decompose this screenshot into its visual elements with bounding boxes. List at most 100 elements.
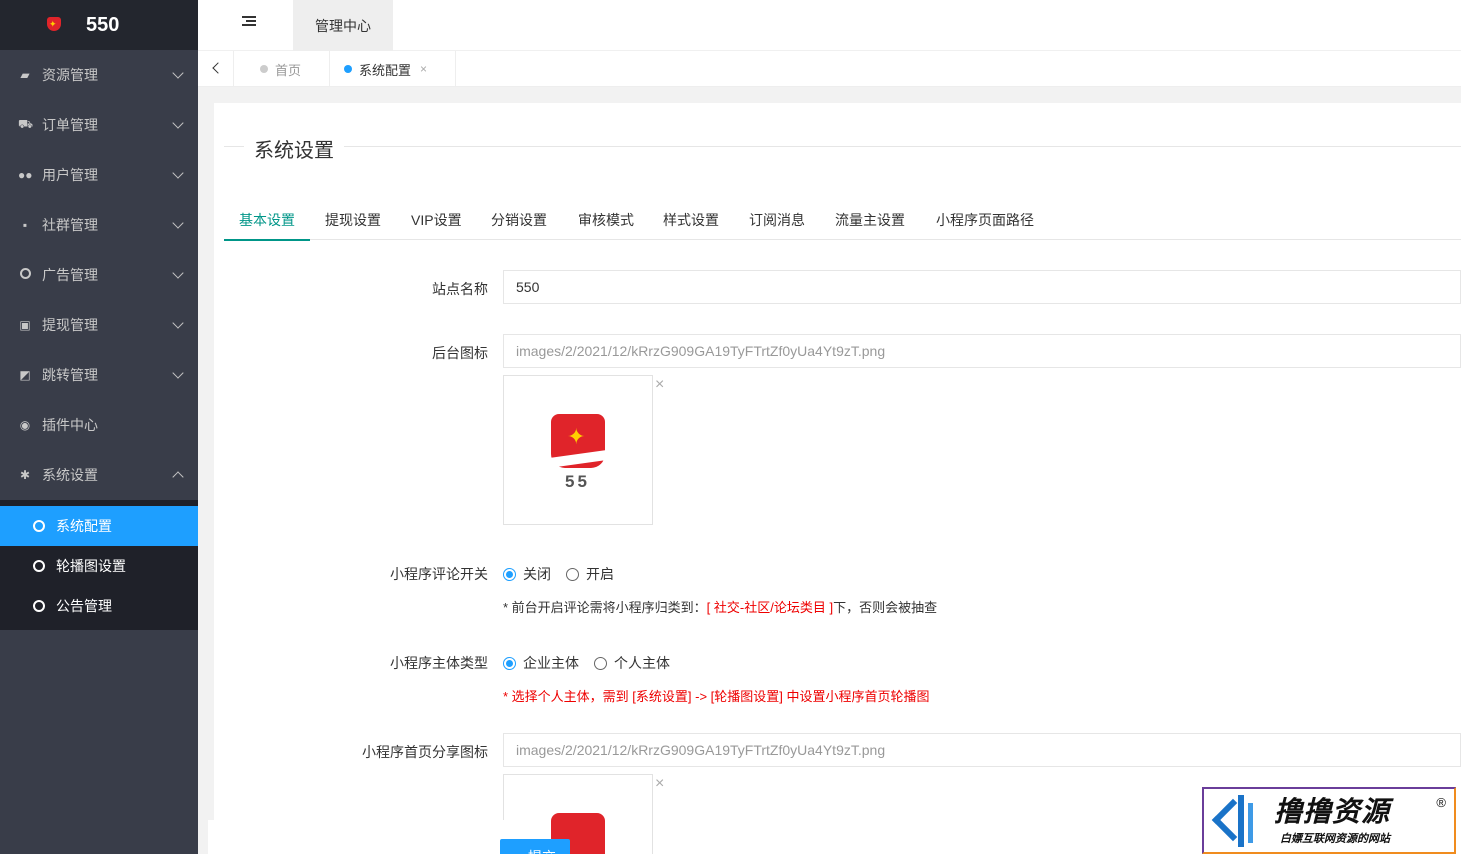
- sidebar-item-label: 系统设置: [42, 467, 98, 483]
- chevron-down-icon: [172, 117, 184, 129]
- page-tabs-bar: 首页 系统配置 ×: [198, 51, 1461, 87]
- chat-icon: ▪: [22, 218, 28, 232]
- comment-switch-radios: 关闭 开启: [503, 564, 629, 584]
- money-icon: ▣: [19, 318, 31, 332]
- dot-icon: [344, 65, 352, 73]
- subject-enterprise-radio[interactable]: [503, 656, 516, 670]
- plugin-icon: ◉: [19, 418, 31, 432]
- admin-icon-input[interactable]: images/2/2021/12/kRrzG909GA19TyFTrtZf0yU…: [503, 334, 1461, 368]
- watermark-logo-icon: [1210, 791, 1274, 851]
- page-tab-label: 首页: [275, 62, 302, 78]
- subject-type-radios: 企业主体 个人主体: [503, 653, 685, 673]
- sidebar-item-redirect[interactable]: ◩ 跳转管理: [0, 350, 198, 400]
- share-icon-input[interactable]: images/2/2021/12/kRrzG909GA19TyFTrtZf0yU…: [503, 733, 1461, 767]
- comment-off-label: 关闭: [523, 566, 551, 582]
- admin-icon-preview[interactable]: ✦ 55: [503, 375, 653, 525]
- comment-hint: * 前台开启评论需将小程序归类到：[ 社交-社区/论坛类目 ]下，否则会被抽查: [503, 600, 938, 615]
- sidebar-item-withdraw[interactable]: ▣ 提现管理: [0, 300, 198, 350]
- brand-logo-icon: ✦: [551, 414, 605, 468]
- menu-toggle-icon[interactable]: [242, 16, 256, 28]
- comment-on-radio[interactable]: [566, 567, 579, 581]
- tabs-back-chevron-icon[interactable]: [198, 51, 234, 87]
- sidebar-item-label: 社群管理: [42, 217, 98, 233]
- nav-admin-center[interactable]: 管理中心: [293, 0, 393, 51]
- gear-icon: ✱: [19, 468, 31, 482]
- admin-icon-label: 后台图标: [432, 345, 488, 361]
- sidebar-item-settings[interactable]: ✱ 系统设置: [0, 450, 198, 500]
- tab-review-mode[interactable]: 审核模式: [563, 209, 649, 240]
- tab-vip[interactable]: VIP设置: [396, 209, 477, 240]
- sidebar: ✦ 550 ▰ 资源管理 ⛟ 订单管理 ●● 用户管理 ▪ 社群管理 广告管理 …: [0, 0, 198, 854]
- sidebar-item-community[interactable]: ▪ 社群管理: [0, 200, 198, 250]
- sidebar-item-label: 插件中心: [42, 417, 98, 433]
- circle-icon: [33, 520, 45, 532]
- comment-off-radio[interactable]: [503, 567, 516, 581]
- sidebar-item-label: 订单管理: [42, 117, 98, 133]
- logo-area[interactable]: ✦ 550: [0, 0, 198, 50]
- sidebar-item-label: 资源管理: [42, 67, 98, 83]
- sidebar-subitem-carousel[interactable]: 轮播图设置: [0, 546, 198, 586]
- remove-admin-icon-close-icon[interactable]: ×: [655, 376, 664, 394]
- chevron-down-icon: [172, 317, 184, 329]
- sidebar-item-users[interactable]: ●● 用户管理: [0, 150, 198, 200]
- sidebar-subitem-label: 公告管理: [56, 598, 112, 614]
- top-header: 管理中心: [198, 0, 1461, 51]
- cart-icon: ⛟: [18, 117, 34, 131]
- subject-type-label: 小程序主体类型: [390, 655, 488, 671]
- page-title: 系统设置: [244, 134, 344, 163]
- sidebar-item-orders[interactable]: ⛟ 订单管理: [0, 100, 198, 150]
- sidebar-subitem-label: 轮播图设置: [56, 558, 126, 574]
- chevron-down-icon: [172, 267, 184, 279]
- circle-icon: [33, 600, 45, 612]
- sidebar-subitem-label: 系统配置: [56, 518, 112, 534]
- sidebar-subitem-system-config[interactable]: 系统配置: [0, 506, 198, 546]
- sidebar-item-resources[interactable]: ▰ 资源管理: [0, 50, 198, 100]
- app-title: 550: [86, 13, 120, 36]
- chevron-down-icon: [172, 167, 184, 179]
- subject-enterprise-label: 企业主体: [523, 655, 579, 671]
- users-icon: ●●: [18, 168, 33, 182]
- settings-card: 系统设置 基本设置 提现设置 VIP设置 分销设置 审核模式 样式设置 订阅消息…: [208, 103, 1461, 854]
- comment-on-label: 开启: [586, 566, 614, 582]
- tab-style[interactable]: 样式设置: [648, 209, 734, 240]
- subject-hint: * 选择个人主体，需到 [系统设置] -> [轮播图设置] 中设置小程序首页轮播…: [503, 689, 930, 704]
- watermark-title: 撸撸资源: [1274, 795, 1391, 827]
- subject-personal-radio[interactable]: [594, 656, 607, 670]
- registered-icon: ®: [1436, 795, 1446, 810]
- sidebar-subitem-notices[interactable]: 公告管理: [0, 586, 198, 626]
- tab-traffic[interactable]: 流量主设置: [820, 209, 920, 240]
- sidebar-item-label: 跳转管理: [42, 367, 98, 383]
- settings-tabs: 基本设置 提现设置 VIP设置 分销设置 审核模式 样式设置 订阅消息 流量主设…: [224, 209, 1461, 241]
- chevron-down-icon: [172, 67, 184, 79]
- tab-withdraw[interactable]: 提现设置: [310, 209, 396, 240]
- page-tab-home[interactable]: 首页: [234, 51, 330, 87]
- watermark-banner: 撸撸资源 白嫖互联网资源的网站 ®: [1202, 787, 1456, 854]
- share-icon: ◩: [19, 368, 31, 382]
- page-tab-label: 系统配置: [359, 62, 412, 78]
- share-icon-label: 小程序首页分享图标: [362, 744, 488, 760]
- legend-divider: [224, 146, 1461, 147]
- sidebar-item-label: 提现管理: [42, 317, 98, 333]
- circle-icon: [33, 560, 45, 572]
- app-logo-icon: ✦: [44, 15, 64, 35]
- chevron-up-icon: [172, 471, 184, 483]
- site-name-label: 站点名称: [432, 281, 488, 297]
- form-footer-strip: [208, 820, 508, 854]
- circle-icon: [18, 268, 32, 282]
- remove-share-icon-close-icon[interactable]: ×: [655, 775, 664, 793]
- close-icon[interactable]: ×: [420, 62, 427, 76]
- page-tab-system-config[interactable]: 系统配置 ×: [330, 51, 456, 87]
- sidebar-item-label: 用户管理: [42, 167, 98, 183]
- submit-button[interactable]: 提交: [500, 839, 570, 854]
- watermark-subtitle: 白嫖互联网资源的网站: [1280, 832, 1390, 845]
- site-name-input[interactable]: 550: [503, 270, 1461, 304]
- sidebar-item-ads[interactable]: 广告管理: [0, 250, 198, 300]
- sidebar-item-plugins[interactable]: ◉ 插件中心: [0, 400, 198, 450]
- tab-basic[interactable]: 基本设置: [224, 209, 310, 241]
- book-icon: ▰: [20, 68, 30, 82]
- tab-distribution[interactable]: 分销设置: [476, 209, 562, 240]
- comment-switch-label: 小程序评论开关: [390, 566, 488, 582]
- tab-page-path[interactable]: 小程序页面路径: [921, 209, 1049, 240]
- sidebar-item-label: 广告管理: [42, 267, 98, 283]
- tab-subscribe[interactable]: 订阅消息: [734, 209, 820, 240]
